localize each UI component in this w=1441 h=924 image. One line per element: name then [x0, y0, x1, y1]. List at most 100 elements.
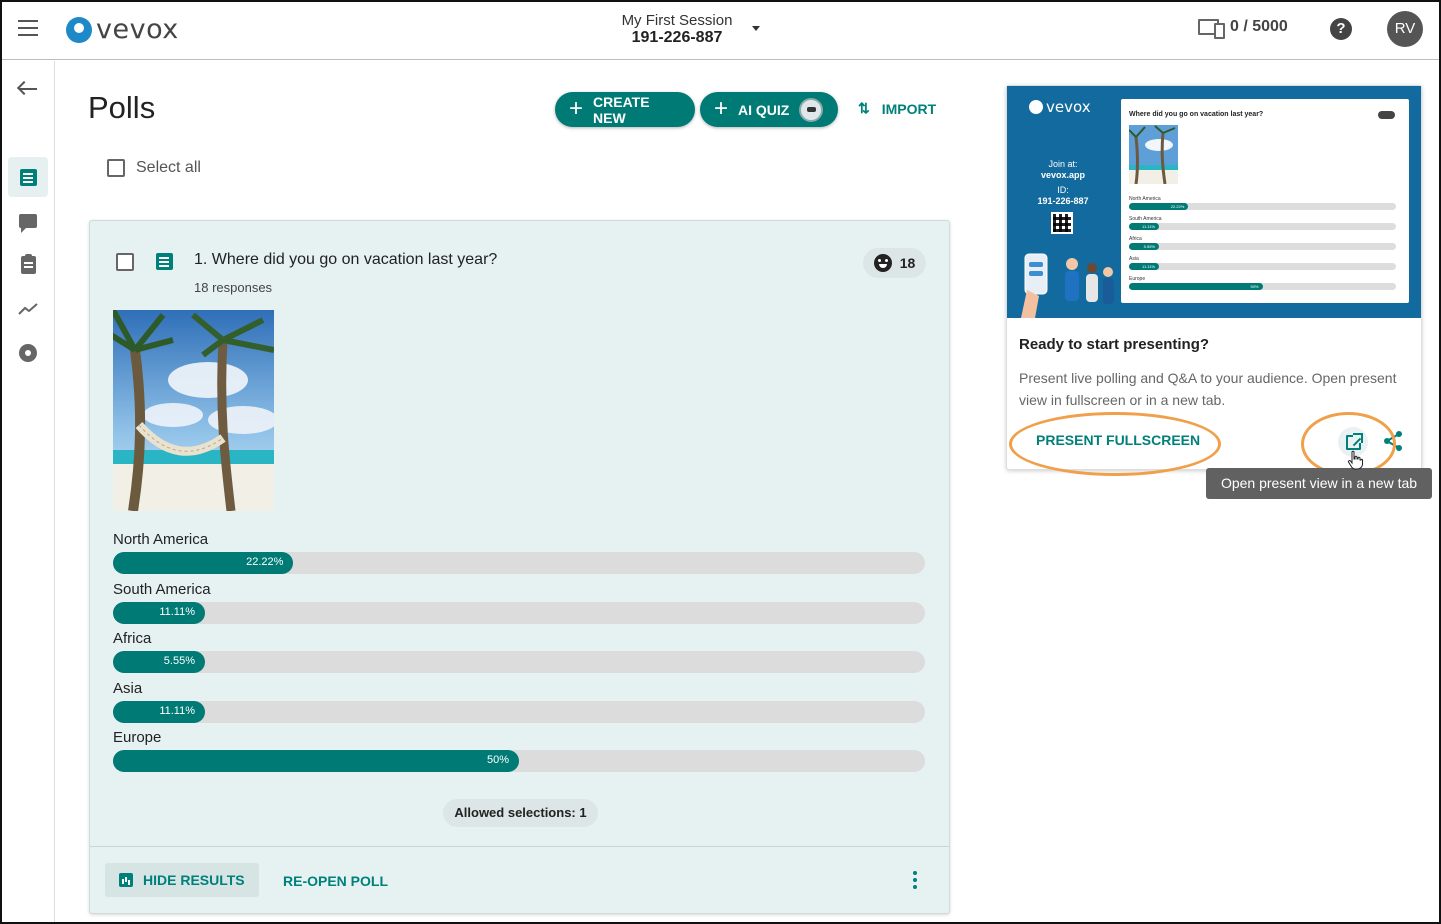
result-label: Africa [113, 630, 152, 647]
result-track: 50% [113, 750, 925, 772]
preview-image [1129, 125, 1178, 184]
import-label: IMPORT [881, 100, 937, 117]
preview-logo: vevox [1029, 98, 1091, 116]
sidebar-item-reports[interactable] [8, 289, 48, 329]
hide-results-label: HIDE RESULTS [143, 872, 245, 888]
ai-quiz-label: AI QUIZ [738, 101, 790, 118]
swap-vertical-icon: ⇅ [858, 100, 870, 116]
result-label: South America [113, 580, 211, 598]
result-row: Africa 5.55% [113, 630, 926, 680]
beach-thumbnail-image [1129, 125, 1178, 184]
join-at-label: Join at: [1048, 159, 1078, 169]
result-bar [113, 750, 519, 772]
arrow-left-icon [19, 88, 37, 90]
reopen-poll-button[interactable]: RE-OPEN POLL [283, 873, 388, 889]
preview-result-row: South America 11.11% [1129, 216, 1396, 236]
present-title: Ready to start presenting? [1019, 336, 1210, 353]
sidebar-item-surveys[interactable] [8, 245, 48, 285]
hide-results-button[interactable]: HIDE RESULTS [105, 863, 259, 897]
preview-result-track: 5.55% [1129, 243, 1396, 250]
preview-result-label: Asia [1129, 256, 1139, 262]
open-in-new-icon [1345, 432, 1363, 450]
present-description: Present live polling and Q&A to your aud… [1019, 370, 1397, 408]
result-track: 5.55% [113, 651, 925, 673]
preview-result-row: Europe 50% [1129, 276, 1396, 296]
poll-checkbox[interactable] [116, 253, 134, 271]
qr-code-icon [1051, 212, 1073, 234]
result-row: Asia 11.11% [113, 680, 926, 730]
sidebar-item-settings[interactable] [8, 333, 48, 373]
beach-hammock-image [113, 310, 274, 511]
share-icon[interactable] [1382, 430, 1404, 452]
vevox-logo-icon [1029, 100, 1043, 114]
poll-card: 1. Where did you go on vacation last yea… [89, 220, 950, 914]
participant-badge: 18 [863, 248, 926, 278]
result-label: North America [113, 531, 209, 548]
preview-question: Where did you go on vacation last year? [1129, 111, 1264, 118]
select-all[interactable]: Select all [107, 159, 201, 177]
result-track: 11.11% [113, 601, 925, 624]
logo-text: vevox [96, 14, 179, 45]
caret-down-icon[interactable] [752, 26, 760, 31]
preview-result-label: Europe [1129, 276, 1146, 282]
preview-session-id: 191-226-887 [1037, 196, 1089, 206]
preview-result-label: North America [1129, 196, 1161, 202]
participant-icon [873, 254, 892, 272]
plus-icon: + [714, 94, 729, 122]
bar-chart-icon [119, 873, 133, 887]
result-pct: 22.22% [246, 556, 284, 568]
ai-quiz-button[interactable]: + AI QUIZ [700, 92, 838, 127]
session-id: 191-226-887 [631, 29, 723, 46]
preview-result-pct: 5.55% [1143, 244, 1155, 249]
devices-icon [1198, 18, 1225, 39]
result-pct: 5.55% [163, 655, 195, 667]
help-icon[interactable]: ? [1330, 18, 1352, 40]
polls-icon [19, 168, 37, 186]
vevox-logo-icon [66, 16, 92, 43]
poll-type-icon [156, 253, 173, 270]
preview-result-pct: 11.11% [1142, 224, 1155, 229]
preview-result-label: South America [1129, 216, 1162, 222]
preview-result-track: 50% [1129, 283, 1396, 290]
robot-icon [799, 97, 824, 122]
create-new-button[interactable]: + CREATE NEW [555, 92, 695, 127]
preview-join-info: Join at: vevox.app ID: 191-226-887 [1027, 159, 1099, 207]
present-preview[interactable]: vevox Join at: vevox.app ID: 191-226-887 [1007, 86, 1421, 318]
left-sidebar [2, 61, 55, 922]
poll-image [113, 310, 274, 511]
preview-result-bar [1129, 283, 1263, 290]
session-selector[interactable]: My First Session 191-226-887 [602, 12, 752, 47]
poll-question[interactable]: 1. Where did you go on vacation last yea… [194, 251, 497, 269]
more-vert-icon[interactable] [910, 871, 920, 891]
hand-cursor-icon [1347, 450, 1363, 470]
poll-results: North America 22.22% South America 11.11… [113, 531, 926, 779]
sidebar-item-polls[interactable] [8, 157, 48, 197]
create-new-label: CREATE NEW [593, 93, 650, 126]
result-pct: 11.11% [159, 704, 195, 717]
result-row: South America 11.11% [113, 581, 926, 631]
preview-logo-text: vevox [1046, 98, 1091, 116]
trend-chart-icon [18, 303, 38, 315]
vevox-logo[interactable]: vevox [66, 14, 179, 45]
preview-result-row: North America 22.22% [1129, 196, 1396, 216]
participant-count: 18 [899, 255, 916, 271]
preview-result-pct: 11.11% [1142, 264, 1155, 269]
join-url: vevox.app [1040, 170, 1086, 180]
result-track: 22.22% [113, 552, 925, 574]
preview-result-pct: 50% [1250, 284, 1259, 289]
clipboard-icon [20, 254, 36, 274]
session-name: My First Session [621, 12, 733, 29]
import-button[interactable]: ⇅ IMPORT [858, 100, 936, 117]
present-fullscreen-button[interactable]: PRESENT FULLSCREEN [1036, 432, 1200, 448]
sidebar-item-qa[interactable] [8, 201, 48, 241]
hamburger-menu-icon[interactable] [18, 20, 38, 36]
select-all-checkbox[interactable] [107, 159, 125, 177]
user-avatar[interactable]: RV [1387, 11, 1423, 47]
device-counter: 0 / 5000 [1198, 18, 1288, 39]
preview-result-label: Africa [1129, 236, 1142, 242]
preview-slide: Where did you go on vacation last year? [1121, 99, 1409, 303]
device-count: 0 / 5000 [1230, 18, 1288, 35]
result-label: Europe [113, 729, 162, 746]
back-button[interactable] [8, 69, 48, 109]
app-window: vevox My First Session 191-226-887 0 / 5… [0, 0, 1441, 924]
